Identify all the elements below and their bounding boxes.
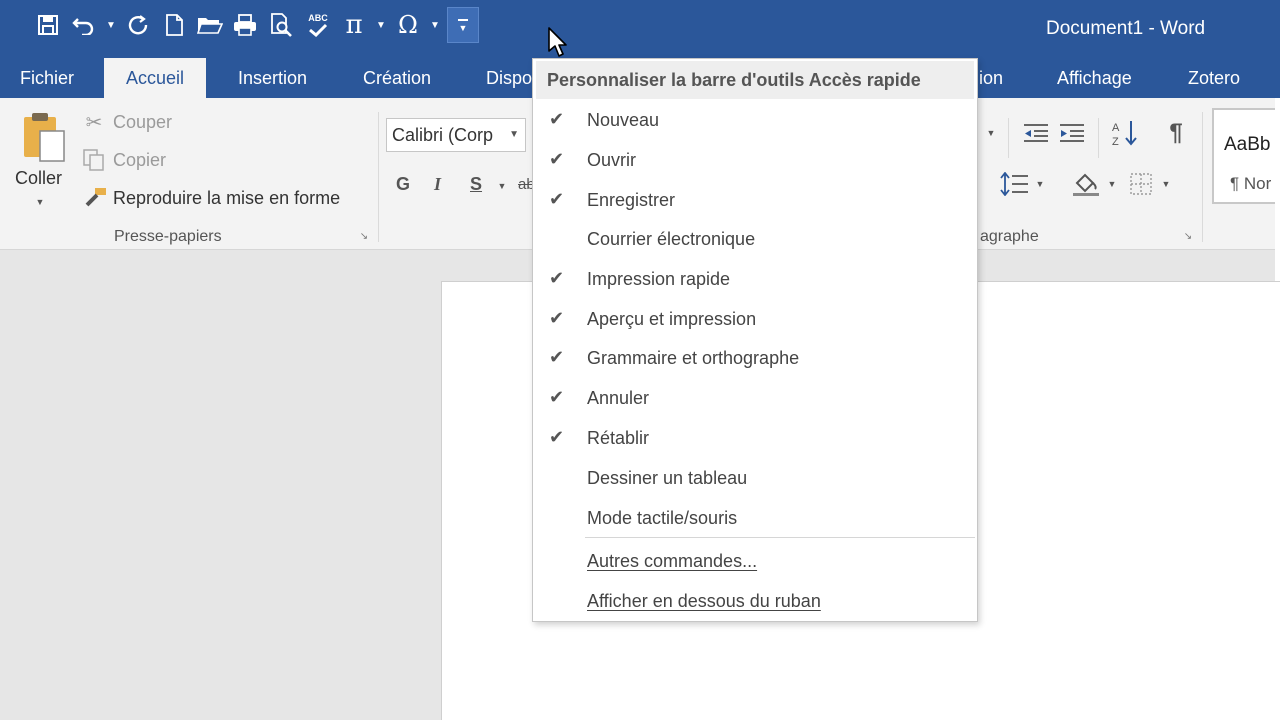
menu-item-impression-rapide[interactable]: ✔ Impression rapide: [533, 260, 977, 298]
shading-icon[interactable]: [1070, 170, 1102, 198]
check-icon: ✔: [549, 387, 565, 407]
svg-text:A: A: [1112, 122, 1120, 134]
copy-icon: [82, 148, 106, 172]
menu-item-dessiner-tableau[interactable]: Dessiner un tableau: [533, 459, 977, 497]
clipboard-launcher-icon[interactable]: ↘: [358, 230, 370, 242]
tab-affichage[interactable]: Affichage: [1057, 58, 1132, 98]
style-normal[interactable]: AaBb ¶ Nor: [1212, 108, 1280, 204]
menu-item-autres-commandes[interactable]: Autres commandes...: [533, 542, 977, 580]
paragraph-launcher-icon[interactable]: ↘: [1182, 230, 1194, 242]
underline-dropdown-icon[interactable]: ▼: [496, 180, 508, 192]
style-preview: AaBb: [1224, 134, 1271, 155]
check-icon: ✔: [549, 189, 565, 209]
menu-item-courrier[interactable]: Courrier électronique: [533, 220, 977, 258]
borders-icon[interactable]: [1126, 170, 1156, 198]
menu-item-enregistrer[interactable]: ✔ Enregistrer: [533, 181, 977, 219]
quick-access-toolbar: ▼ ABC π ▼ Ω ▼ ▼: [30, 7, 479, 43]
symbol-dropdown-icon[interactable]: ▼: [426, 8, 444, 42]
copy-button[interactable]: Copier: [113, 150, 166, 171]
cut-icon: ✂: [85, 111, 103, 134]
paste-icon[interactable]: [18, 110, 70, 164]
document-title: Document1 - Word: [1046, 18, 1206, 39]
title-bar: ▼ ABC π ▼ Ω ▼ ▼ Document1 - Word: [0, 0, 1280, 58]
equation-dropdown-icon[interactable]: ▼: [372, 8, 390, 42]
italic-button[interactable]: I: [434, 174, 441, 195]
tab-zotero[interactable]: Zotero: [1188, 58, 1240, 98]
check-icon: ✔: [549, 268, 565, 288]
check-icon: ✔: [549, 308, 565, 328]
increase-indent-icon[interactable]: [1056, 120, 1088, 146]
format-painter-button[interactable]: Reproduire la mise en forme: [113, 188, 340, 209]
paste-button[interactable]: Coller: [15, 168, 62, 189]
borders-dropdown-icon[interactable]: ▼: [1160, 178, 1172, 190]
spelling-icon[interactable]: ABC: [300, 8, 336, 42]
quick-print-icon[interactable]: [228, 8, 264, 42]
font-dropdown-icon[interactable]: ▼: [509, 119, 519, 151]
underline-button[interactable]: S: [470, 174, 482, 195]
menu-item-annuler[interactable]: ✔ Annuler: [533, 379, 977, 417]
style-name: ¶ Nor: [1230, 174, 1272, 193]
symbol-icon[interactable]: Ω: [390, 8, 426, 42]
tab-fichier[interactable]: Fichier: [20, 58, 74, 98]
check-icon: ✔: [549, 347, 565, 367]
bold-button[interactable]: G: [396, 174, 410, 195]
open-folder-icon[interactable]: [192, 8, 228, 42]
menu-item-grammaire[interactable]: ✔ Grammaire et orthographe: [533, 339, 977, 377]
clipboard-group-label: Presse-papiers: [114, 228, 222, 245]
menu-separator: [585, 537, 975, 538]
check-icon: ✔: [549, 149, 565, 169]
tab-creation[interactable]: Création: [363, 58, 431, 98]
shading-dropdown-icon[interactable]: ▼: [1106, 178, 1118, 190]
menu-item-ouvrir[interactable]: ✔ Ouvrir: [533, 141, 977, 179]
menu-item-nouveau[interactable]: ✔ Nouveau: [533, 101, 977, 139]
format-painter-icon: [82, 186, 108, 210]
list-dropdown-icon[interactable]: ▼: [984, 126, 998, 140]
check-icon: ✔: [549, 427, 565, 447]
new-doc-icon[interactable]: [156, 8, 192, 42]
paste-dropdown-icon[interactable]: ▼: [32, 196, 48, 208]
tab-disposition[interactable]: Dispo: [486, 58, 532, 98]
menu-item-apercu[interactable]: ✔ Aperçu et impression: [533, 300, 977, 338]
font-name-combobox[interactable]: Calibri (Corp ▼: [386, 118, 526, 152]
customize-qat-icon: ▼: [458, 18, 468, 32]
line-spacing-icon[interactable]: [998, 170, 1032, 198]
show-formatting-icon[interactable]: ¶: [1162, 118, 1190, 148]
undo-dropdown-icon[interactable]: ▼: [102, 8, 120, 42]
sort-icon[interactable]: AZ: [1110, 118, 1140, 148]
mouse-pointer-icon: [548, 27, 567, 57]
menu-item-afficher-dessous[interactable]: Afficher en dessous du ruban: [533, 582, 977, 620]
customize-qat-button[interactable]: ▼: [447, 7, 479, 43]
check-icon: ✔: [549, 109, 565, 129]
print-preview-icon[interactable]: [264, 8, 300, 42]
equation-icon[interactable]: π: [336, 8, 372, 42]
menu-item-retablir[interactable]: ✔ Rétablir: [533, 419, 977, 457]
decrease-indent-icon[interactable]: [1020, 120, 1052, 146]
cut-button[interactable]: Couper: [113, 112, 172, 133]
undo-icon[interactable]: [66, 8, 102, 42]
line-spacing-dropdown-icon[interactable]: ▼: [1034, 178, 1046, 190]
tab-insertion[interactable]: Insertion: [238, 58, 307, 98]
menu-header: Personnaliser la barre d'outils Accès ra…: [536, 61, 974, 99]
paragraph-group-label: agraphe: [980, 228, 1039, 245]
svg-text:Z: Z: [1112, 136, 1119, 147]
customize-qat-menu: Personnaliser la barre d'outils Accès ra…: [532, 58, 978, 622]
tab-accueil[interactable]: Accueil: [104, 58, 207, 98]
menu-item-mode-tactile[interactable]: Mode tactile/souris: [533, 499, 977, 537]
tab-revision[interactable]: ion: [979, 58, 1003, 98]
redo-icon[interactable]: [120, 8, 156, 42]
save-icon[interactable]: [30, 8, 66, 42]
